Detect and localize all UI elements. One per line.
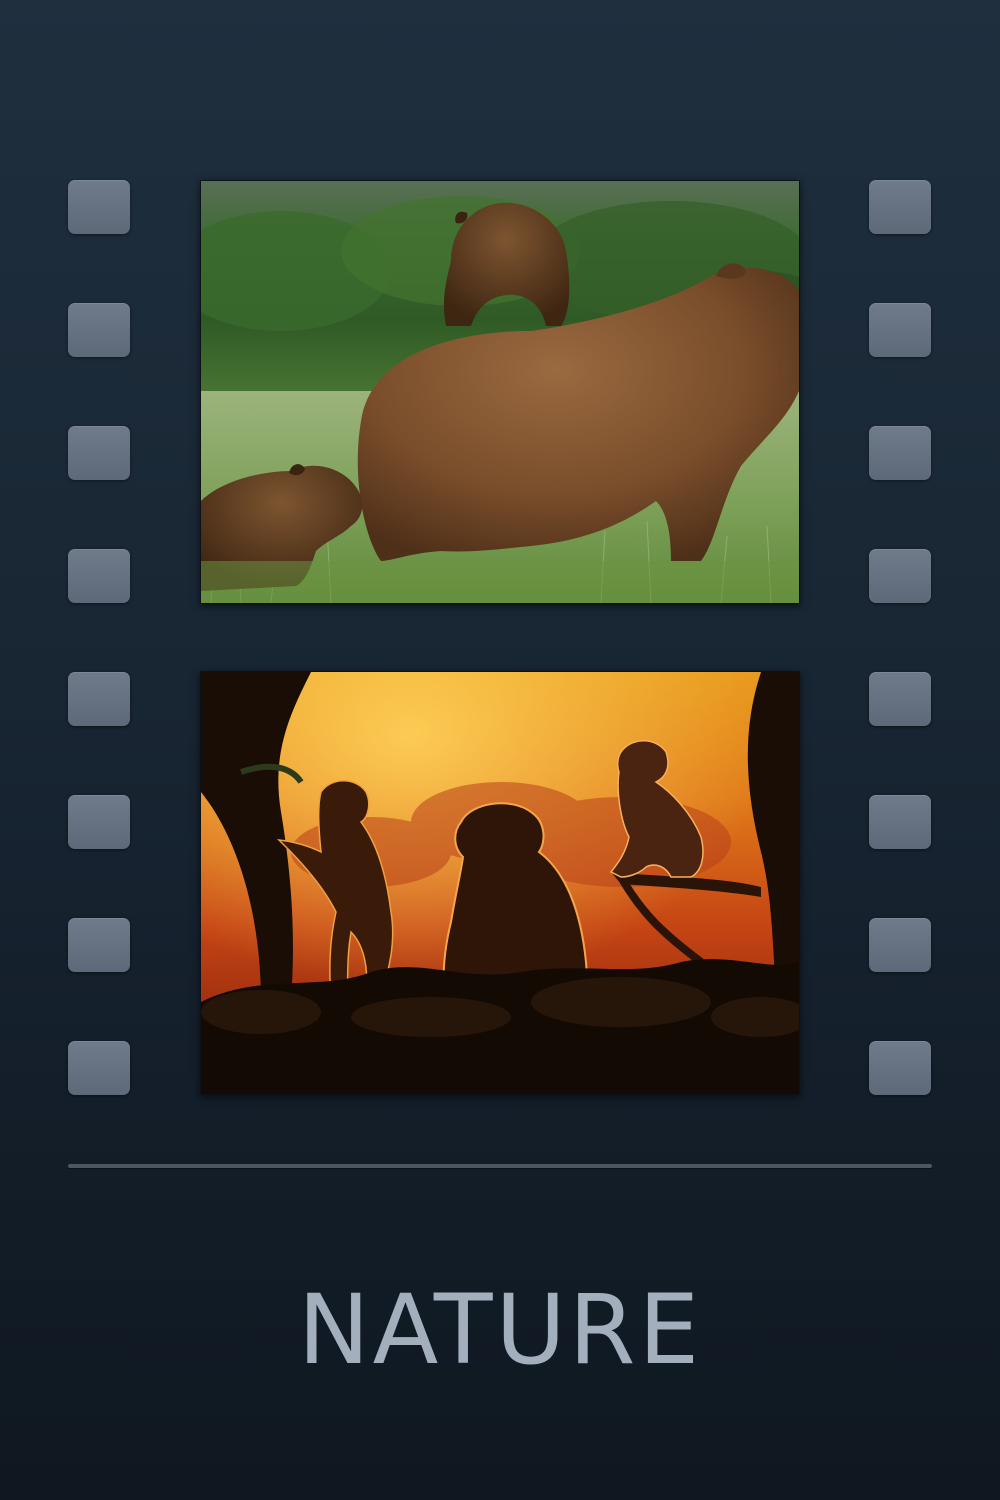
sprocket-hole (869, 180, 931, 234)
sprocket-hole (68, 795, 130, 849)
sprocket-hole (68, 303, 130, 357)
sprocket-hole (68, 180, 130, 234)
sprocket-hole (68, 1041, 130, 1095)
sprocket-hole (869, 672, 931, 726)
sprocket-hole (869, 1041, 931, 1095)
sprocket-hole (869, 795, 931, 849)
monkeys-sunset-frame (200, 671, 800, 1095)
sprocket-hole (68, 549, 130, 603)
brown-bear-with-cubs-photo (201, 181, 799, 603)
sprocket-hole (869, 918, 931, 972)
bear-family-frame (200, 180, 800, 604)
monkeys-jungle-sunset-photo (201, 672, 799, 1094)
sprocket-hole (869, 426, 931, 480)
sprocket-hole (869, 303, 931, 357)
sprocket-hole (68, 918, 130, 972)
poster-title: NATURE (297, 1274, 703, 1386)
divider-line (68, 1164, 932, 1168)
sprocket-hole (869, 549, 931, 603)
sprocket-hole (68, 672, 130, 726)
sprocket-hole (68, 426, 130, 480)
